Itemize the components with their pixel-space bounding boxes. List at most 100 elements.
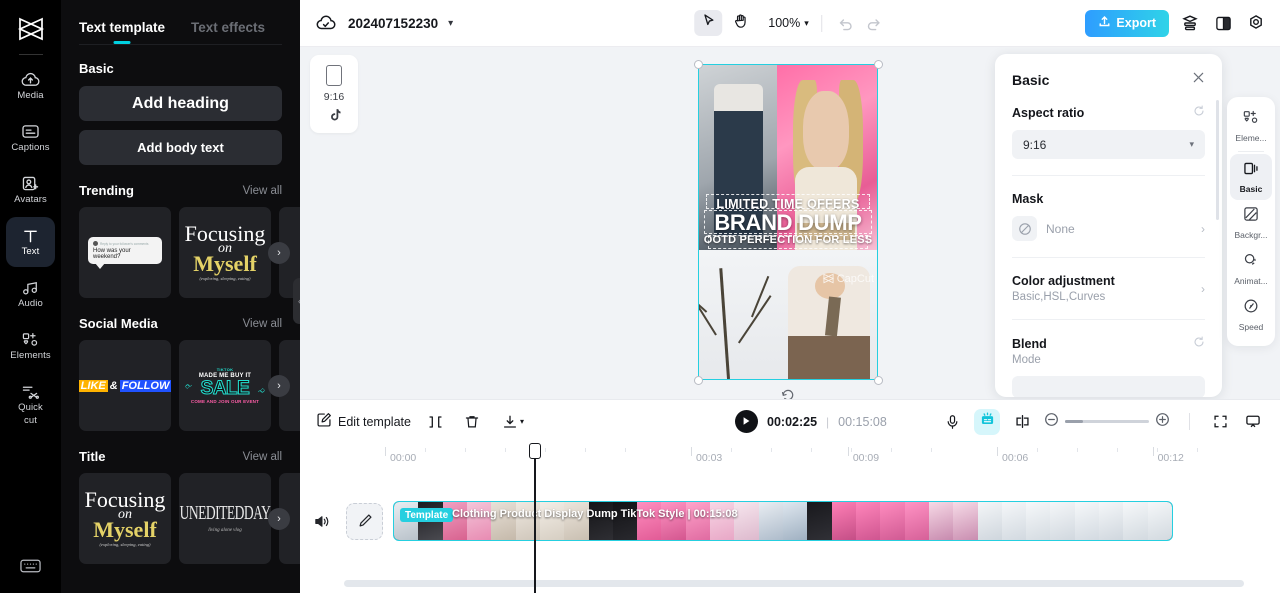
- add-body-text-button[interactable]: Add body text: [79, 130, 282, 165]
- track-edit-button[interactable]: [346, 502, 383, 540]
- right-rail-item-elements[interactable]: Eleme...: [1230, 103, 1272, 149]
- section-header-social-media: Social Media View all: [79, 316, 282, 331]
- resize-handle-top-right[interactable]: [873, 59, 883, 69]
- view-all-title[interactable]: View all: [243, 451, 282, 463]
- sidebar-item-elements[interactable]: Elements: [6, 321, 55, 371]
- reset-icon-blend[interactable]: [1193, 336, 1205, 351]
- timeline-ruler-right[interactable]: 00:09 00:12: [300, 443, 1280, 473]
- aspect-ratio-value: 9:16: [1023, 137, 1047, 152]
- blend-mode-select[interactable]: [1012, 376, 1205, 397]
- no-mask-icon: [1012, 216, 1037, 241]
- right-rail-item-basic[interactable]: Basic: [1230, 154, 1272, 200]
- track-mute-button[interactable]: [310, 510, 332, 532]
- capcut-logo-icon[interactable]: [11, 12, 51, 46]
- settings-gear-icon[interactable]: [1244, 11, 1268, 35]
- sidebar-item-text[interactable]: Text: [6, 217, 55, 267]
- zoom-in-icon[interactable]: [1155, 412, 1170, 432]
- keyboard-shortcuts-button[interactable]: [0, 558, 61, 579]
- template-card-focusing-2[interactable]: Focusing on Myself (exploring, sleeping,…: [79, 473, 171, 564]
- collage-photo-bottom: [699, 250, 877, 379]
- template-row-trending: Reply to your follower's comments How wa…: [79, 207, 300, 298]
- panel-collapse-handle[interactable]: ‹: [293, 278, 300, 324]
- sidebar-item-avatars[interactable]: Avatars: [6, 165, 55, 215]
- canvas-tools: 100% ▾: [694, 10, 886, 36]
- right-rail-item-background[interactable]: Backgr...: [1230, 200, 1272, 246]
- view-all-social-media[interactable]: View all: [243, 318, 282, 330]
- follow-part: FOLLOW: [119, 379, 171, 392]
- layers-icon[interactable]: [1178, 11, 1202, 35]
- sidebar-item-media[interactable]: Media: [6, 61, 55, 111]
- zoom-out-icon[interactable]: [1044, 412, 1059, 432]
- video-selection-frame[interactable]: LIMITED TIME OFFERS BRAND DUMP OOTD PERF…: [693, 59, 883, 399]
- split-marker-button[interactable]: [1011, 411, 1033, 433]
- download-button[interactable]: ▾: [497, 411, 529, 433]
- aspect-ratio-label: Aspect ratio: [1012, 105, 1085, 120]
- auto-captions-button[interactable]: [974, 408, 1000, 435]
- sidebar-item-audio[interactable]: Audio: [6, 269, 55, 319]
- avatars-icon: [22, 174, 39, 193]
- time-separator: |: [826, 414, 830, 429]
- template-card-focusing[interactable]: Focusing on Myself (exploring, sleeping,…: [179, 207, 271, 298]
- delete-button[interactable]: [461, 411, 483, 433]
- preview-stage: 9:16 LIMITED TIME OFFERS BRAND DUMP OOTD…: [300, 47, 1280, 399]
- chevron-down-icon[interactable]: ▾: [448, 18, 453, 29]
- tab-text-template[interactable]: Text template: [79, 20, 165, 44]
- cloud-sync-icon[interactable]: [314, 11, 338, 35]
- mask-select[interactable]: None ›: [1012, 216, 1205, 241]
- timeline-clip[interactable]: Template Clothing Product Display Dump T…: [393, 501, 1173, 541]
- microphone-button[interactable]: [941, 411, 963, 433]
- template-card-sale[interactable]: TIKTOK MADE ME BUY IT SALE COME AND JOIN…: [179, 340, 271, 431]
- timeline-zoom-slider[interactable]: [1044, 412, 1170, 432]
- hand-tool-button[interactable]: [726, 10, 754, 36]
- right-rail-item-animation[interactable]: Animat...: [1230, 246, 1272, 292]
- close-icon[interactable]: [1192, 71, 1205, 89]
- playhead[interactable]: [529, 443, 541, 593]
- split-clip-button[interactable]: [425, 411, 447, 433]
- project-name[interactable]: 202407152230: [348, 16, 438, 31]
- edit-template-button[interactable]: Edit template: [316, 412, 411, 431]
- reset-icon[interactable]: [1193, 105, 1205, 120]
- view-all-trending[interactable]: View all: [243, 185, 282, 197]
- timeline-horizontal-scrollbar[interactable]: [344, 580, 1244, 587]
- zoom-slider-track[interactable]: [1065, 420, 1149, 423]
- add-heading-button[interactable]: Add heading: [79, 86, 282, 121]
- template-card-like-follow[interactable]: LIKE & FOLLOW: [79, 340, 171, 431]
- preview-monitor-button[interactable]: [1242, 411, 1264, 433]
- animation-icon: [1243, 252, 1260, 273]
- template-card-unedited[interactable]: UNEDITEDDAY living alone vlog: [179, 473, 271, 564]
- carousel-next-trending[interactable]: ›: [268, 241, 290, 264]
- play-button[interactable]: [735, 410, 758, 433]
- right-rail-item-speed[interactable]: Speed: [1230, 292, 1272, 338]
- tab-text-effects[interactable]: Text effects: [191, 20, 265, 44]
- rotate-handle-icon[interactable]: [781, 388, 796, 399]
- elements-icon: [22, 330, 39, 349]
- split-view-icon[interactable]: [1211, 11, 1235, 35]
- sidebar-item-quick-cut[interactable]: Quick cut: [6, 373, 55, 435]
- template-card-bubble[interactable]: Reply to your follower's comments How wa…: [79, 207, 171, 298]
- zoom-level-selector[interactable]: 100% ▾: [768, 16, 809, 30]
- timeline-track-row: Template Clothing Product Display Dump T…: [300, 501, 1280, 541]
- aspect-ratio-card[interactable]: 9:16: [310, 55, 358, 133]
- export-button[interactable]: Export: [1085, 9, 1169, 37]
- aspect-ratio-select[interactable]: 9:16 ▾: [1012, 130, 1205, 159]
- sidebar-item-label-2: cut: [24, 414, 37, 426]
- resize-handle-top-left[interactable]: [693, 59, 703, 69]
- prop-color-adjustment[interactable]: Color adjustment Basic,HSL,Curves ›: [1012, 258, 1205, 303]
- resize-handle-bottom-left[interactable]: [693, 375, 703, 385]
- carousel-next-title[interactable]: ›: [268, 507, 290, 530]
- playhead-handle[interactable]: [529, 443, 541, 459]
- blend-row: Blend: [1012, 336, 1205, 351]
- sidebar-item-captions[interactable]: Captions: [6, 113, 55, 163]
- undo-button[interactable]: [834, 11, 858, 35]
- branch-1: [719, 268, 730, 379]
- resize-handle-bottom-right[interactable]: [873, 375, 883, 385]
- blend-label: Blend: [1012, 336, 1047, 351]
- carousel-next-social-media[interactable]: ›: [268, 374, 290, 397]
- film-frame: [953, 502, 978, 540]
- fullscreen-button[interactable]: [1209, 411, 1231, 433]
- properties-scrollbar[interactable]: [1216, 100, 1219, 220]
- sale-tag: TIKTOK: [216, 367, 234, 372]
- topbar-right-actions: Export: [1085, 9, 1268, 37]
- redo-button[interactable]: [862, 11, 886, 35]
- select-tool-button[interactable]: [694, 10, 723, 36]
